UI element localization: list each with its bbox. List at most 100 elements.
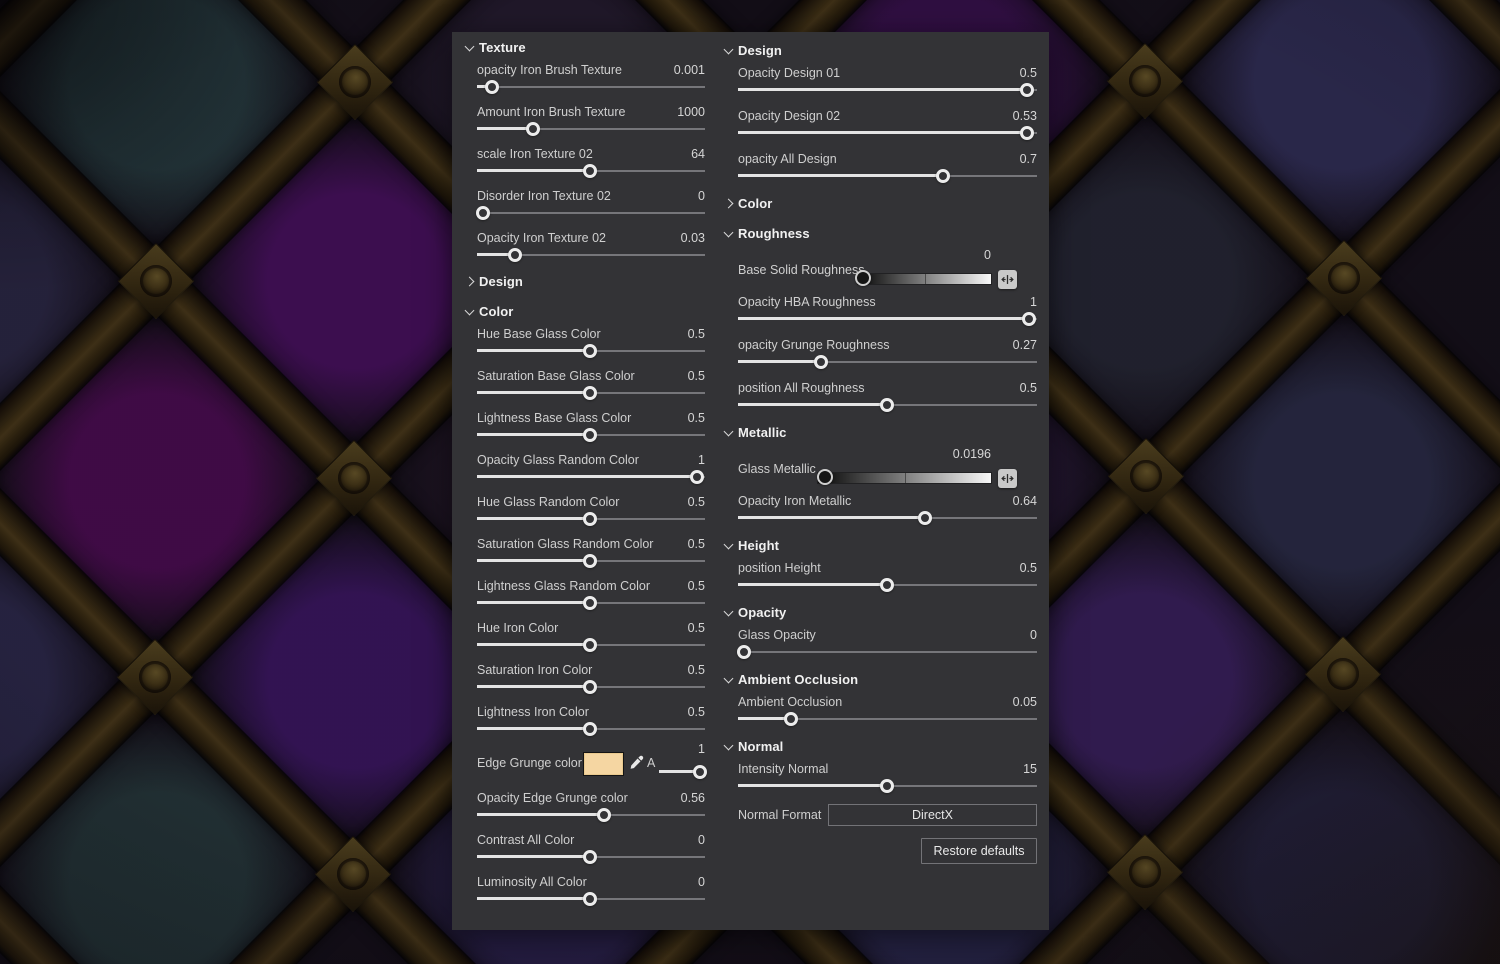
section-title: Design — [479, 273, 523, 289]
expand-icon[interactable] — [998, 469, 1017, 488]
saturation-base-glass-color-slider[interactable] — [477, 385, 705, 400]
contrast-all-color-slider[interactable] — [477, 849, 705, 864]
slider-knob[interactable] — [484, 79, 499, 94]
slider-knob[interactable] — [690, 469, 705, 484]
hue-iron-color-slider[interactable] — [477, 637, 705, 652]
slider-knob[interactable] — [507, 247, 522, 262]
opacity-iron-texture-02-slider[interactable] — [477, 247, 705, 262]
position-height-slider[interactable] — [738, 577, 1037, 592]
glass-opacity-slider[interactable] — [737, 644, 1037, 659]
param-scale-iron-texture-02: scale Iron Texture 02 64 — [477, 146, 705, 178]
slider-knob[interactable] — [475, 205, 490, 220]
param-value: 0 — [1030, 628, 1037, 642]
slider-knob[interactable] — [583, 385, 597, 400]
slider-knob[interactable] — [813, 354, 828, 369]
saturation-iron-color-slider[interactable] — [477, 679, 705, 694]
section-metallic-header[interactable]: Metallic — [724, 423, 1037, 441]
slider-knob[interactable] — [583, 163, 597, 178]
slider-knob[interactable] — [879, 778, 894, 793]
slider-knob[interactable] — [693, 764, 708, 779]
param-value: 0 — [698, 189, 705, 203]
section-height-header[interactable]: Height — [724, 536, 1037, 554]
opacity-all-design-slider[interactable] — [738, 168, 1037, 183]
opacity-design-02-slider[interactable] — [738, 125, 1037, 140]
expand-icon[interactable] — [998, 270, 1017, 289]
param-label: Glass Metallic — [738, 462, 816, 476]
slider-knob[interactable] — [596, 807, 611, 822]
section-ambient-occlusion-header[interactable]: Ambient Occlusion — [724, 670, 1037, 688]
eyedropper-icon[interactable] — [629, 755, 644, 770]
luminosity-all-color-slider[interactable] — [477, 891, 705, 906]
amount-iron-brush-texture-slider[interactable] — [477, 121, 705, 136]
param-glass-opacity: Glass Opacity 0 — [737, 627, 1037, 659]
section-opacity-header[interactable]: Opacity — [724, 603, 1037, 621]
section-roughness-header[interactable]: Roughness — [724, 224, 1037, 242]
slider-knob[interactable] — [583, 595, 597, 610]
section-color-header-left[interactable]: Color — [465, 302, 705, 320]
param-hue-base-glass-color: Hue Base Glass Color 0.5 — [477, 326, 705, 358]
slider-knob[interactable] — [583, 511, 597, 526]
param-label: Saturation Glass Random Color — [477, 537, 654, 551]
opacity-glass-random-color-slider[interactable] — [477, 469, 705, 484]
slider-knob[interactable] — [855, 270, 872, 286]
slider-knob[interactable] — [583, 891, 597, 906]
param-value: 1 — [698, 453, 705, 467]
slider-knob[interactable] — [936, 168, 951, 183]
section-design-header-right[interactable]: Design — [724, 41, 1037, 59]
slider-knob[interactable] — [583, 427, 597, 442]
ambient-occlusion-slider[interactable] — [738, 711, 1037, 726]
section-title: Ambient Occlusion — [738, 671, 859, 687]
opacity-iron-metallic-slider[interactable] — [738, 510, 1037, 525]
slider-knob[interactable] — [783, 711, 798, 726]
opacity-edge-grunge-color-slider[interactable] — [477, 807, 705, 822]
edge-grunge-alpha-slider[interactable] — [659, 764, 708, 779]
lightness-iron-color-slider[interactable] — [477, 721, 705, 736]
section-color-header-right[interactable]: Color — [724, 194, 1037, 212]
lightness-glass-random-color-slider[interactable] — [477, 595, 705, 610]
slider-knob[interactable] — [879, 397, 894, 412]
normal-format-dropdown[interactable]: DirectX — [828, 804, 1037, 826]
section-normal-header[interactable]: Normal — [724, 737, 1037, 755]
scale-iron-texture-02-slider[interactable] — [477, 163, 705, 178]
param-label: Saturation Iron Color — [477, 663, 593, 677]
param-base-solid-roughness: 0 Base Solid Roughness — [738, 248, 1037, 289]
hue-glass-random-color-slider[interactable] — [477, 511, 705, 526]
param-value: 64 — [691, 147, 705, 161]
slider-knob[interactable] — [1021, 311, 1036, 326]
param-label: opacity All Design — [738, 152, 837, 166]
opacity-iron-brush-texture-slider[interactable] — [477, 79, 705, 94]
section-texture-header[interactable]: Texture — [465, 38, 705, 56]
param-label: Contrast All Color — [477, 833, 575, 847]
slider-knob[interactable] — [879, 577, 894, 592]
saturation-glass-random-color-slider[interactable] — [477, 553, 705, 568]
color-swatch[interactable] — [583, 752, 624, 776]
glass-metallic-gradient-slider[interactable] — [816, 469, 991, 485]
intensity-normal-slider[interactable] — [738, 778, 1037, 793]
position-all-roughness-slider[interactable] — [738, 397, 1037, 412]
opacity-grunge-roughness-slider[interactable] — [738, 354, 1037, 369]
param-edge-grunge-color: Edge Grunge color A 1 — [477, 742, 708, 780]
slider-knob[interactable] — [526, 121, 540, 136]
opacity-hba-roughness-slider[interactable] — [738, 311, 1037, 326]
slider-knob[interactable] — [583, 553, 597, 568]
slider-knob[interactable] — [583, 343, 597, 358]
slider-knob[interactable] — [583, 679, 597, 694]
lightness-base-glass-color-slider[interactable] — [477, 427, 705, 442]
param-value: 0.5 — [1019, 381, 1037, 395]
base-solid-roughness-gradient-slider[interactable] — [855, 270, 991, 286]
slider-knob[interactable] — [1020, 82, 1035, 97]
disorder-iron-texture-02-slider[interactable] — [475, 205, 705, 220]
slider-knob[interactable] — [583, 637, 597, 652]
param-value: 0 — [698, 833, 705, 847]
hue-base-glass-color-slider[interactable] — [477, 343, 705, 358]
opacity-design-01-slider[interactable] — [738, 82, 1037, 97]
section-design-header-left[interactable]: Design — [465, 272, 705, 290]
slider-knob[interactable] — [583, 849, 597, 864]
param-value: 0.5 — [687, 663, 705, 677]
slider-knob[interactable] — [918, 510, 933, 525]
restore-defaults-button[interactable]: Restore defaults — [921, 838, 1037, 864]
slider-knob[interactable] — [816, 469, 833, 485]
slider-knob[interactable] — [583, 721, 597, 736]
slider-knob[interactable] — [737, 644, 752, 659]
slider-knob[interactable] — [1020, 125, 1035, 140]
